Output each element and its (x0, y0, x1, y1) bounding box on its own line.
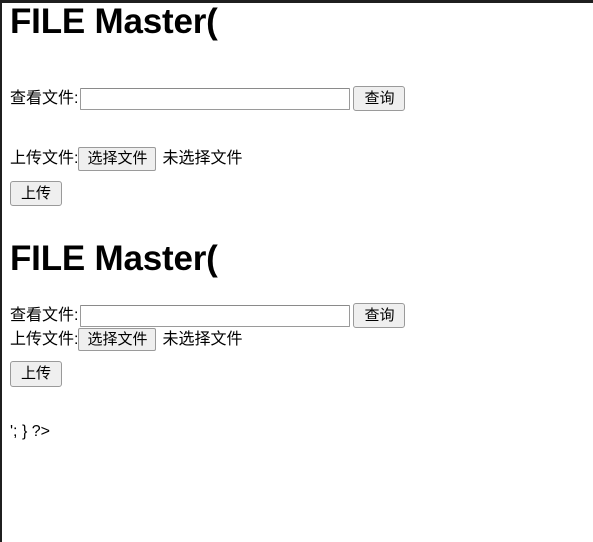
upload-file-label: 上传文件: (10, 150, 79, 168)
view-file-submit-button[interactable]: 查询 (353, 302, 406, 329)
upload-file-row-second: 上传文件: 选择文件 未选择文件 (10, 328, 593, 352)
upload-submit-row-first: 上传 (10, 177, 593, 206)
view-file-row-first: 查看文件: 查询 (10, 86, 593, 112)
view-file-label: 查看文件: (10, 306, 79, 324)
spacer-between-sections (10, 206, 593, 240)
upload-file-label: 上传文件: (10, 331, 79, 349)
choose-file-button[interactable]: 选择文件 (78, 328, 157, 352)
spacer-after-first-title (10, 40, 593, 86)
no-file-selected-text: 未选择文件 (162, 330, 243, 348)
page-title-second: FILE Master( (10, 238, 218, 278)
view-file-label: 查看文件: (10, 89, 79, 107)
spacer-after-second-title (10, 277, 593, 303)
no-file-selected-text: 未选择文件 (162, 149, 243, 167)
page-content: FILE Master( 查看文件: 查询 上传文件: 选择文件 未选择文件 上传 F… (2, 3, 593, 542)
view-file-submit-button[interactable]: 查询 (353, 86, 406, 112)
spacer-between-rows-first (10, 111, 593, 147)
choose-file-button[interactable]: 选择文件 (78, 147, 157, 171)
trailing-php-code-text: '; } ?> (10, 422, 50, 440)
view-file-input[interactable] (80, 87, 351, 110)
view-file-input[interactable] (80, 304, 351, 327)
page-title-first: FILE Master( (10, 2, 218, 41)
spacer-before-trailing-code (10, 387, 593, 423)
upload-submit-button[interactable]: 上传 (10, 180, 63, 206)
upload-file-row-first: 上传文件: 选择文件 未选择文件 (10, 147, 593, 171)
view-file-row-second: 查看文件: 查询 (10, 302, 593, 329)
upload-submit-row-second: 上传 (10, 357, 593, 387)
upload-submit-button[interactable]: 上传 (10, 361, 63, 387)
